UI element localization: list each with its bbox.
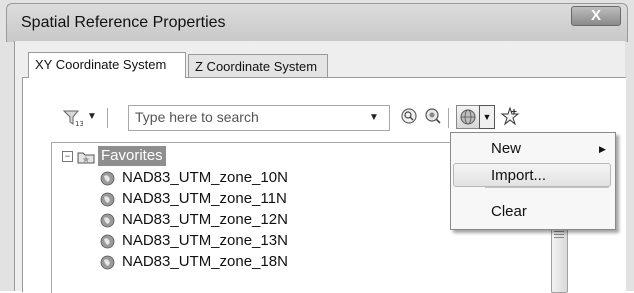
collapse-icon[interactable]: − bbox=[62, 151, 73, 162]
globe-dropdown-arrow-icon[interactable]: ▼ bbox=[479, 105, 495, 129]
search-dropdown-arrow-icon[interactable]: ▼ bbox=[369, 106, 379, 130]
search-input[interactable] bbox=[135, 108, 345, 126]
menu-item-label: Clear bbox=[491, 203, 527, 220]
globe-icon bbox=[100, 171, 115, 186]
toolbar-separator bbox=[448, 108, 449, 128]
menu-item-label: Import... bbox=[491, 167, 547, 184]
tab-z-coordinate-system[interactable]: Z Coordinate System bbox=[188, 54, 328, 78]
globe-dropdown-menu: New ▶ Import... Clear bbox=[450, 132, 616, 230]
favorites-folder-icon bbox=[77, 152, 95, 164]
dialog-window: Spatial Reference Properties X XY Coordi… bbox=[0, 0, 634, 293]
zoom-to-extent-icon[interactable] bbox=[424, 107, 442, 125]
window-title: Spatial Reference Properties bbox=[21, 14, 226, 31]
submenu-arrow-icon: ▶ bbox=[599, 144, 606, 154]
globe-icon bbox=[100, 192, 115, 207]
title-bar[interactable]: Spatial Reference Properties X bbox=[6, 3, 628, 42]
tree-item-label: NAD83_UTM_zone_18N bbox=[122, 253, 288, 270]
add-favorite-star-icon[interactable] bbox=[500, 106, 520, 126]
globe-icon bbox=[460, 109, 476, 125]
svg-text:13: 13 bbox=[75, 120, 83, 127]
scrollbar-grip-icon bbox=[554, 231, 564, 239]
menu-item-label: New bbox=[491, 140, 522, 157]
menu-separator bbox=[485, 187, 609, 188]
globe-button[interactable] bbox=[456, 105, 480, 129]
filter-dropdown-arrow-icon[interactable]: ▼ bbox=[87, 108, 97, 126]
menu-item-clear[interactable]: Clear bbox=[453, 200, 611, 224]
globe-icon bbox=[100, 234, 115, 249]
tree-item-label: NAD83_UTM_zone_11N bbox=[122, 190, 287, 207]
toolbar-separator bbox=[107, 108, 108, 128]
tree-item-label: NAD83_UTM_zone_13N bbox=[122, 232, 288, 249]
globe-icon bbox=[100, 213, 115, 228]
globe-icon bbox=[100, 255, 115, 270]
search-box[interactable]: ▼ bbox=[128, 105, 390, 131]
tree-node-favorites[interactable]: − Favorites bbox=[52, 143, 252, 167]
tree-item-label: NAD83_UTM_zone_12N bbox=[122, 211, 288, 228]
filter-icon[interactable]: 13 bbox=[63, 109, 83, 127]
close-button[interactable]: X bbox=[571, 6, 621, 26]
favorites-label: Favorites bbox=[98, 146, 166, 166]
menu-item-new[interactable]: New ▶ bbox=[453, 137, 611, 161]
search-icon[interactable] bbox=[400, 107, 418, 125]
menu-item-import[interactable]: Import... bbox=[453, 163, 611, 187]
tree-item-label: NAD83_UTM_zone_10N bbox=[122, 169, 288, 186]
tab-xy-coordinate-system[interactable]: XY Coordinate System bbox=[28, 52, 186, 78]
